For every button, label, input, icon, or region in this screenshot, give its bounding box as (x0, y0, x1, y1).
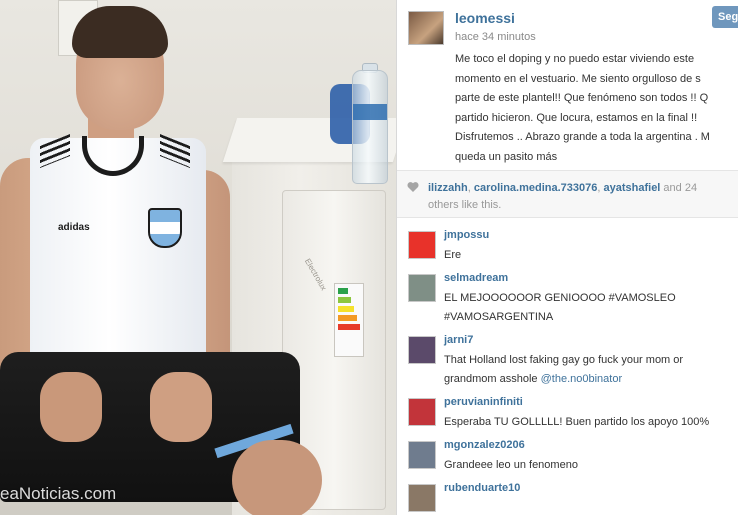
owner-avatar[interactable] (408, 11, 444, 45)
afa-crest-icon (148, 208, 182, 248)
caption-line: Me toco el doping y no puedo estar vivie… (455, 53, 695, 65)
comment-username[interactable]: jarni7 (444, 334, 473, 346)
knee (232, 440, 322, 515)
screenshot-frame: Electrolux adidas eaNoticias.com leomess… (0, 0, 738, 515)
post-header: leomessi hace 34 minutos Seg Me toco el … (397, 0, 738, 170)
liker-link[interactable]: carolina.medina.733076 (474, 182, 598, 194)
likes-text: ilizzahh, carolina.medina.733076, ayatsh… (428, 180, 738, 214)
energy-label (334, 283, 364, 357)
follow-button[interactable]: Seg (712, 6, 738, 28)
heart-icon[interactable] (407, 181, 419, 193)
comment-username[interactable]: rubenduarte10 (444, 482, 520, 494)
post-sidebar: leomessi hace 34 minutos Seg Me toco el … (396, 0, 738, 515)
comment-avatar[interactable] (408, 398, 436, 426)
watermark-text: eaNoticias.com (0, 484, 117, 503)
comment-text: Esperaba TU GOLLLLL! Buen partido los ap… (444, 416, 710, 428)
comment-line: grandmom asshole @the.no0binator (444, 370, 683, 389)
post-caption: Me toco el doping y no puedo estar vivie… (455, 50, 738, 167)
comment-text: That Holland lost faking gay go fuck you… (444, 351, 683, 389)
likes-others-text: others like this. (428, 199, 502, 211)
comment-username[interactable]: jmpossu (444, 229, 489, 241)
comment-text: EL MEJOOOOOOR GENIOOOO #VAMOSLEO #VAMOSA… (444, 289, 676, 327)
jersey-brand-text: adidas (58, 222, 90, 233)
comment-avatar[interactable] (408, 484, 436, 512)
likes-count-tail: and 24 (660, 182, 698, 194)
post-photo[interactable]: Electrolux adidas eaNoticias.com (0, 0, 396, 515)
liker-link[interactable]: ayatshafiel (604, 182, 661, 194)
likes-bar: ilizzahh, carolina.medina.733076, ayatsh… (397, 170, 738, 218)
comment-line: #VAMOSARGENTINA (444, 311, 554, 323)
comment-username[interactable]: peruvianinfiniti (444, 396, 523, 408)
left-hand (40, 372, 102, 442)
comment-line: EL MEJOOOOOOR GENIOOOO #VAMOSLEO (444, 292, 676, 304)
comment-line: That Holland lost faking gay go fuck you… (444, 354, 684, 366)
player-figure: adidas (0, 0, 322, 515)
mention-link[interactable]: @the.no0binator (541, 373, 623, 385)
comment-username[interactable]: selmadream (444, 272, 508, 284)
caption-line: partido hicieron. Que locura, estamos en… (455, 111, 698, 124)
owner-username[interactable]: leomessi (455, 10, 515, 26)
post-timestamp[interactable]: hace 34 minutos (455, 31, 536, 43)
comment-avatar[interactable] (408, 336, 436, 364)
comment-avatar[interactable] (408, 441, 436, 469)
caption-line: Disfrutemos .. Abrazo grande a toda la a… (455, 131, 710, 143)
comment-username[interactable]: mgonzalez0206 (444, 439, 525, 451)
comment-text: Grandeee leo un fenomeno (444, 459, 578, 471)
caption-line: parte de este plantel!! Que fenómeno son… (455, 92, 709, 104)
liker-link[interactable]: ilizzahh (428, 182, 468, 194)
comment-line-prefix: grandmom asshole (444, 373, 541, 385)
comment-avatar[interactable] (408, 274, 436, 302)
hair (72, 6, 168, 58)
caption-line: momento en el vestuario. Me siento orgul… (455, 72, 701, 85)
bottle-label (353, 104, 387, 120)
water-bottle (352, 70, 388, 184)
comment-text: Ere (444, 249, 462, 261)
right-hand (150, 372, 212, 442)
comment-avatar[interactable] (408, 231, 436, 259)
caption-line: queda un pasito más (455, 150, 558, 163)
